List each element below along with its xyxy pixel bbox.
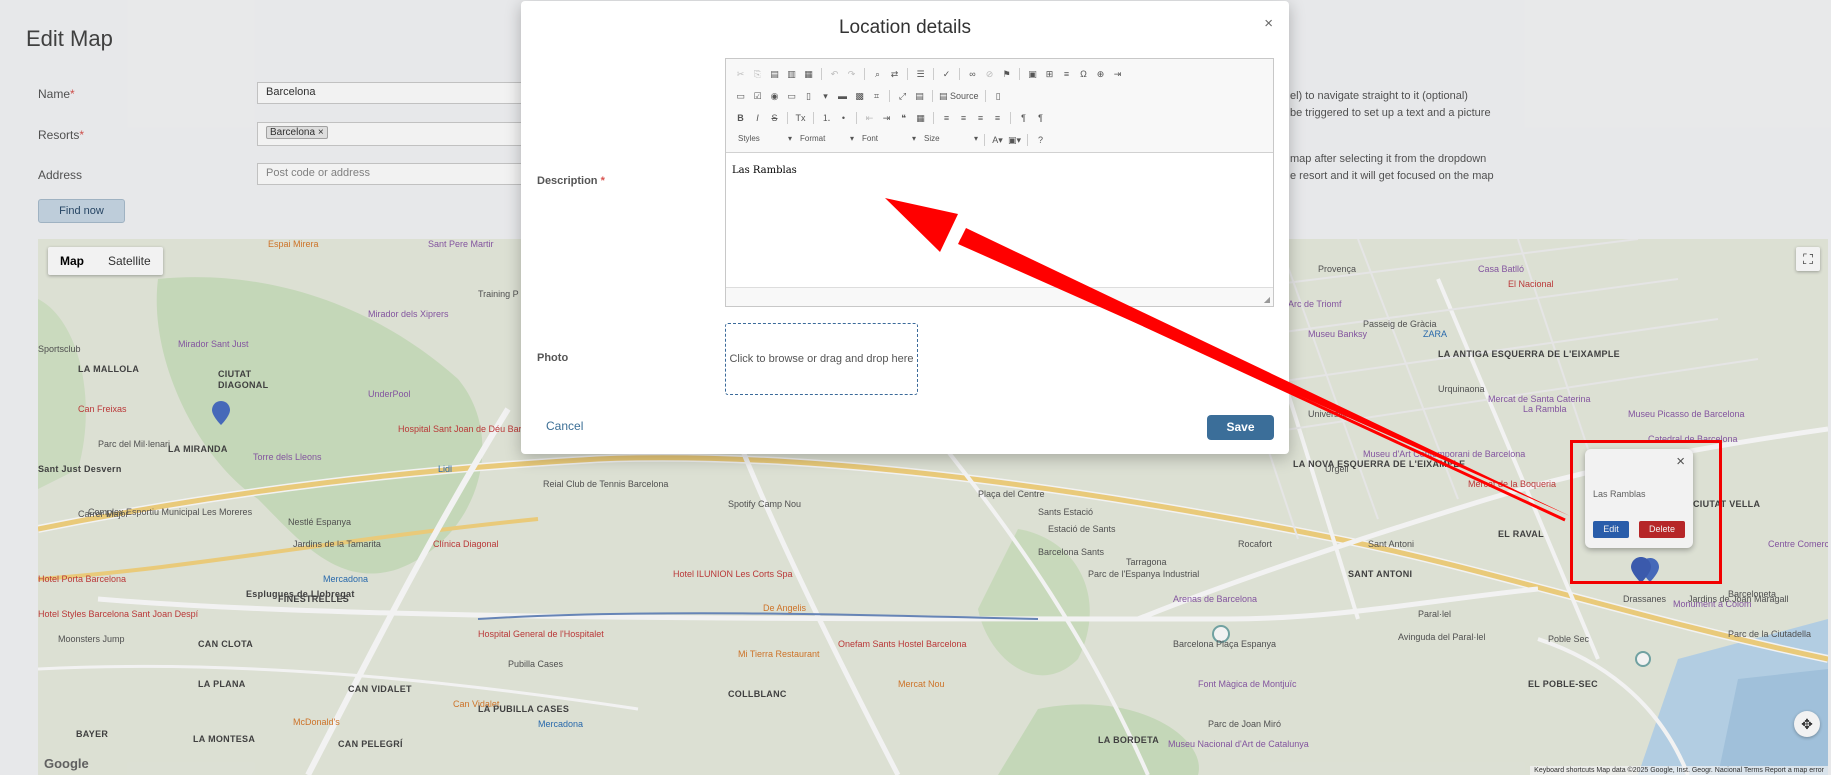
justify-icon[interactable]: ≡ xyxy=(991,112,1004,125)
resize-handle-icon[interactable]: ◢ xyxy=(1264,295,1270,304)
ltr-icon[interactable]: ¶ xyxy=(1017,112,1030,125)
div-icon[interactable]: ▦ xyxy=(914,112,927,125)
link-icon[interactable]: ∞ xyxy=(966,68,979,81)
paste-word-icon[interactable]: ▦ xyxy=(802,68,815,81)
bg-color-icon[interactable]: ▣▾ xyxy=(1008,134,1021,147)
undo-icon[interactable]: ↶ xyxy=(828,68,841,81)
image-button-icon[interactable]: ▩ xyxy=(853,90,866,103)
hidden-field-icon[interactable]: ⌗ xyxy=(870,90,883,103)
modal-title: Location details xyxy=(838,17,972,38)
templates-icon[interactable]: ▯ xyxy=(992,90,1005,103)
paste-text-icon[interactable]: ▥ xyxy=(785,68,798,81)
strike-icon[interactable]: S xyxy=(768,112,781,125)
text-color-icon[interactable]: A▾ xyxy=(991,134,1004,147)
button-icon[interactable]: ▬ xyxy=(836,90,849,103)
align-center-icon[interactable]: ≡ xyxy=(957,112,970,125)
table-icon[interactable]: ⊞ xyxy=(1043,68,1056,81)
paste-icon[interactable]: ▤ xyxy=(768,68,781,81)
redo-icon[interactable]: ↷ xyxy=(845,68,858,81)
show-blocks-icon[interactable]: ▤ xyxy=(913,90,926,103)
source-button[interactable]: ▤ Source xyxy=(939,90,979,103)
font-dropdown[interactable]: Font xyxy=(858,134,916,147)
bullet-list-icon[interactable]: • xyxy=(837,112,850,125)
photo-dropzone[interactable]: Click to browse or drag and drop here xyxy=(725,323,918,395)
remove-format-icon[interactable]: Tx xyxy=(794,112,807,125)
blockquote-icon[interactable]: ❝ xyxy=(897,112,910,125)
horizontal-rule-icon[interactable]: ≡ xyxy=(1060,68,1073,81)
photo-label: Photo xyxy=(537,352,569,364)
checkbox-icon[interactable]: ☑ xyxy=(751,90,764,103)
textarea-icon[interactable]: ▯ xyxy=(802,90,815,103)
format-dropdown[interactable]: Format xyxy=(796,134,854,147)
location-details-modal: Location details × Description * ✂ ⎘ ▤ ▥… xyxy=(521,1,1289,454)
align-left-icon[interactable]: ≡ xyxy=(940,112,953,125)
select-all-icon[interactable]: ☰ xyxy=(914,68,927,81)
indent-icon[interactable]: ⇥ xyxy=(880,112,893,125)
close-icon[interactable]: × xyxy=(1264,15,1273,32)
rtl-icon[interactable]: ¶ xyxy=(1034,112,1047,125)
size-dropdown[interactable]: Size xyxy=(920,134,978,147)
save-button[interactable]: Save xyxy=(1207,415,1274,440)
cut-icon[interactable]: ✂ xyxy=(734,68,747,81)
textfield-icon[interactable]: ▭ xyxy=(785,90,798,103)
spellcheck-icon[interactable]: ✓ xyxy=(940,68,953,81)
maximize-icon[interactable]: ⤢ xyxy=(896,90,909,103)
editor-toolbar: ✂ ⎘ ▤ ▥ ▦ ↶ ↷ ⌕ ⇄ ☰ ✓ ∞ ⊘ ⚑ ▣ ⊞ ≡ Ω ⊕ ⇥ … xyxy=(726,59,1273,153)
replace-icon[interactable]: ⇄ xyxy=(888,68,901,81)
image-icon[interactable]: ▣ xyxy=(1026,68,1039,81)
unlink-icon[interactable]: ⊘ xyxy=(983,68,996,81)
outdent-icon[interactable]: ⇤ xyxy=(863,112,876,125)
special-char-icon[interactable]: Ω xyxy=(1077,68,1090,81)
editor-content[interactable]: Las Ramblas xyxy=(726,153,1273,283)
iframe-icon[interactable]: ⊕ xyxy=(1094,68,1107,81)
radio-icon[interactable]: ◉ xyxy=(768,90,781,103)
italic-icon[interactable]: I xyxy=(751,112,764,125)
numbered-list-icon[interactable]: ⒈ xyxy=(820,112,833,125)
rich-text-editor: ✂ ⎘ ▤ ▥ ▦ ↶ ↷ ⌕ ⇄ ☰ ✓ ∞ ⊘ ⚑ ▣ ⊞ ≡ Ω ⊕ ⇥ … xyxy=(725,58,1274,307)
bold-icon[interactable]: B xyxy=(734,112,747,125)
align-right-icon[interactable]: ≡ xyxy=(974,112,987,125)
find-icon[interactable]: ⌕ xyxy=(871,68,884,81)
styles-dropdown[interactable]: Styles xyxy=(734,134,792,147)
editor-footer: ◢ xyxy=(726,287,1273,306)
page-break-icon[interactable]: ⇥ xyxy=(1111,68,1124,81)
description-label: Description * xyxy=(537,175,605,187)
help-icon[interactable]: ? xyxy=(1034,134,1047,147)
cancel-button[interactable]: Cancel xyxy=(546,419,583,433)
copy-icon[interactable]: ⎘ xyxy=(751,68,764,81)
anchor-icon[interactable]: ⚑ xyxy=(1000,68,1013,81)
select-field-icon[interactable]: ▾ xyxy=(819,90,832,103)
form-icon[interactable]: ▭ xyxy=(734,90,747,103)
